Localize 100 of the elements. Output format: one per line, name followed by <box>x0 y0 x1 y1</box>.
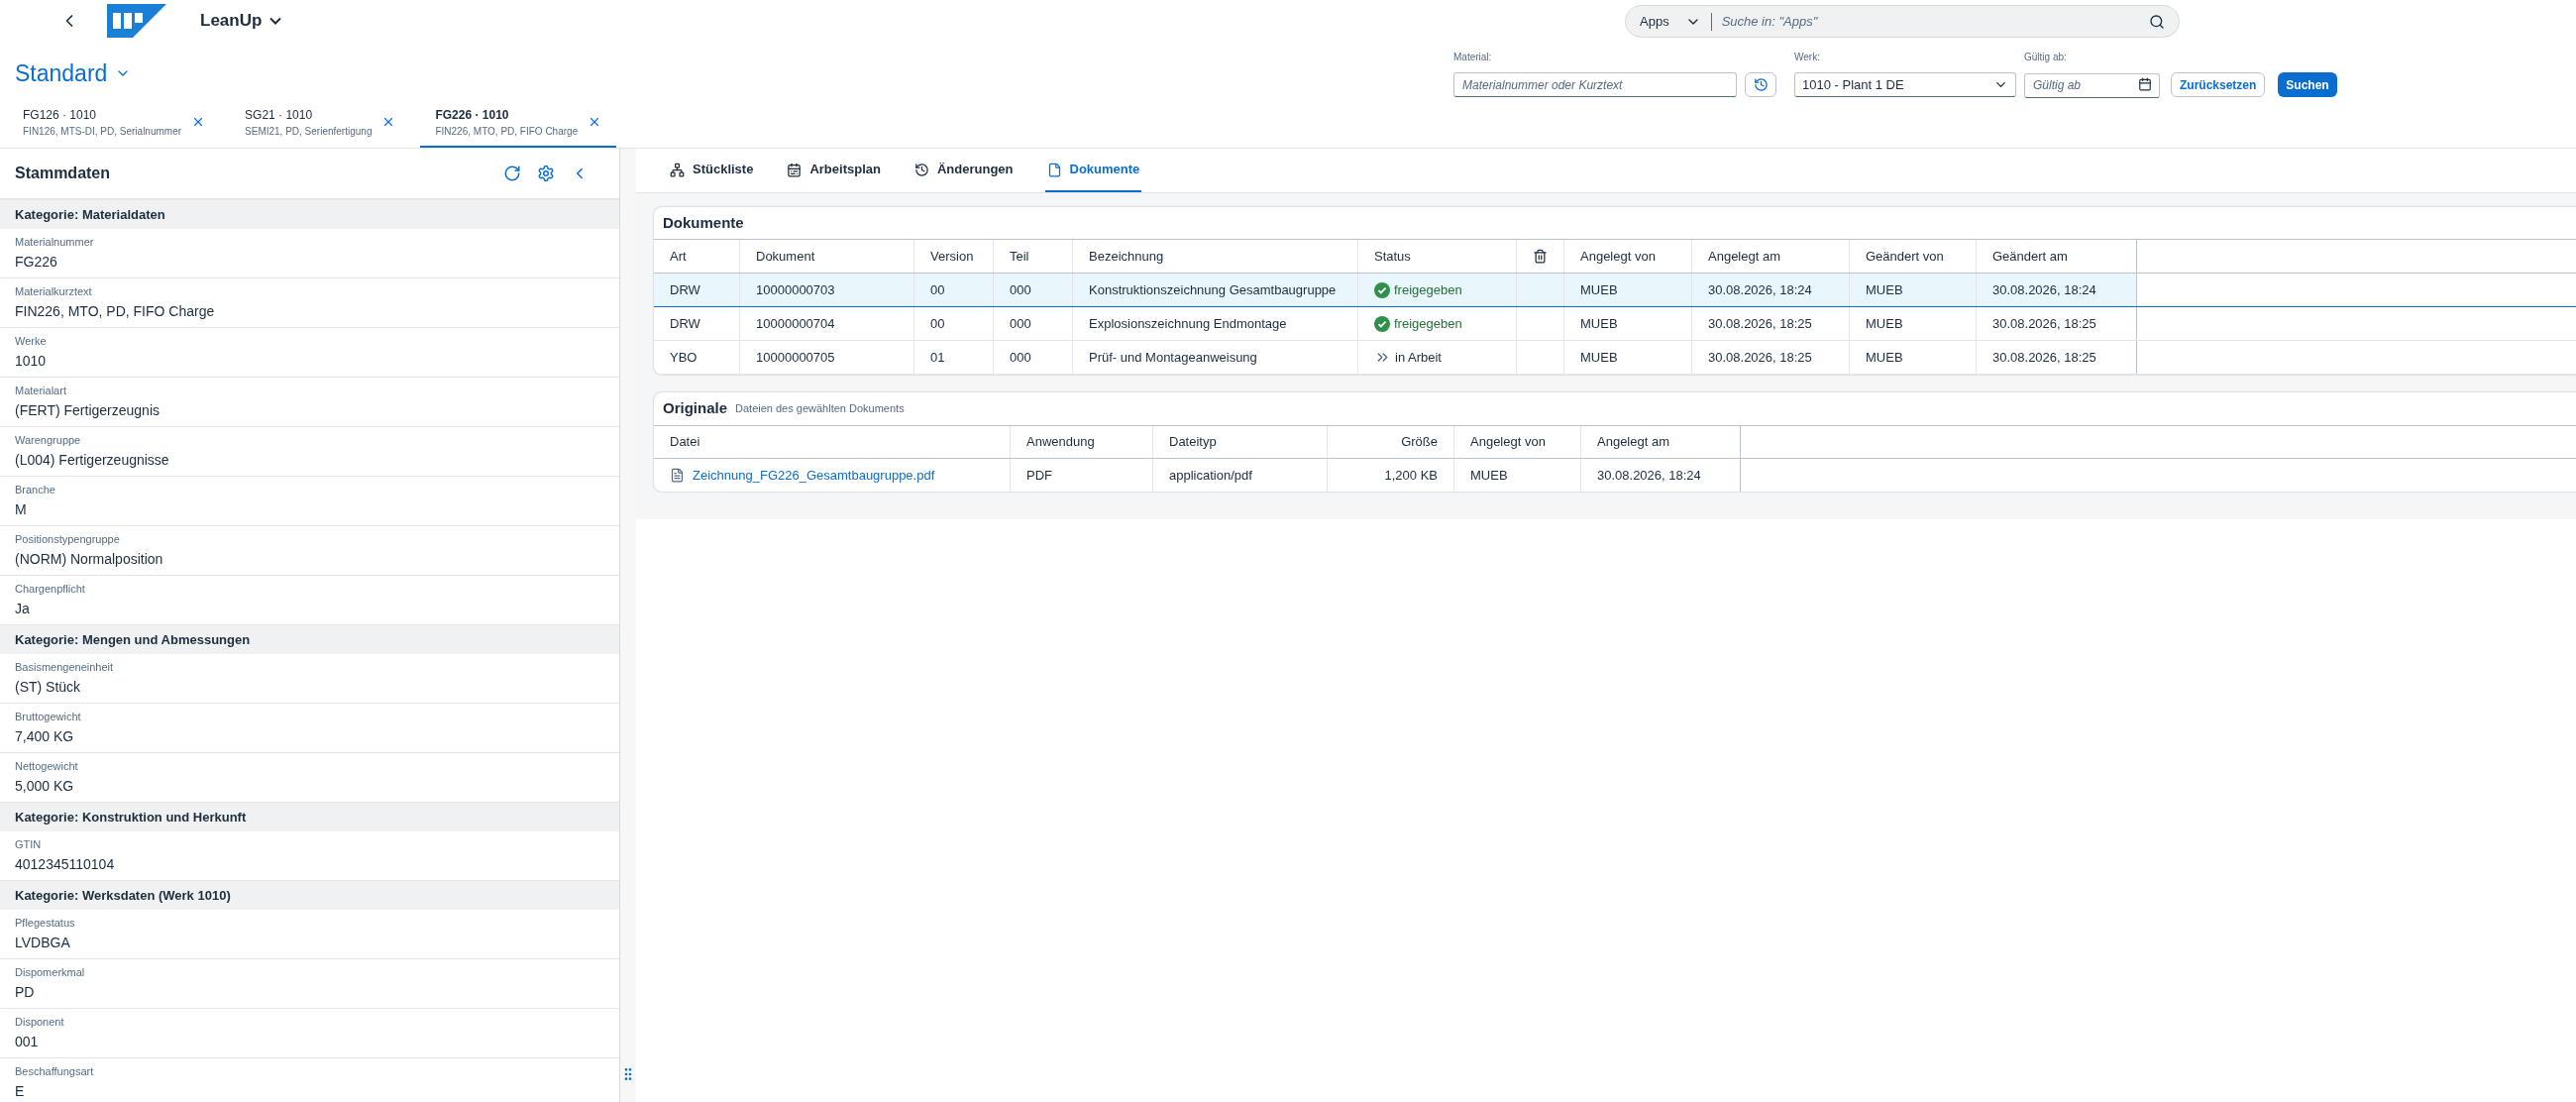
tab-icon <box>913 162 929 177</box>
field-label: Disponent <box>15 1014 65 1030</box>
table-cell-text: 30.08.2026, 18:24 <box>1992 280 2096 299</box>
tab-subtitle: FIN126, MTS-DI, PD, Serialnummer <box>23 124 182 139</box>
material-input[interactable]: Materialnummer oder Kurztext <box>1453 72 1737 97</box>
card-subtitle: Dateien des gewählten Dokuments <box>735 401 905 417</box>
field-label: Chargenpflicht <box>15 581 86 597</box>
table-cell-text: 00 <box>930 314 945 333</box>
field-value: (ST) Stück <box>15 678 82 698</box>
table-cell-text: 10000000704 <box>756 314 835 333</box>
search-bar[interactable]: Apps Suche in: "Apps" <box>1625 5 2180 38</box>
check-icon <box>1374 281 1390 298</box>
tab-subtitle: FIN226, MTO, PD, FIFO Charge <box>435 124 579 139</box>
app-title-menu[interactable]: LeanUp <box>200 8 282 34</box>
table-cell-text: 000 <box>1010 314 1031 333</box>
tab-subtitle: SEMI21, PD, Serienfertigung <box>245 124 373 139</box>
column-header: Version <box>914 240 994 273</box>
status-label: in Arbeit <box>1374 347 1442 368</box>
category-header: Kategorie: Mengen und Abmessungen <box>0 625 619 654</box>
table-cell-text: MUEB <box>1580 348 1618 367</box>
tab-icon <box>1046 162 1062 177</box>
column-header: Geändert von <box>1850 240 1977 273</box>
field-value: 7,400 KG <box>15 727 75 747</box>
plant-select[interactable]: 1010 - Plant 1 DE <box>1794 72 2016 97</box>
search-icon[interactable] <box>2149 13 2165 30</box>
trash-icon[interactable] <box>1533 249 1548 264</box>
field-value: E <box>15 1082 26 1102</box>
caret-icon <box>269 16 282 25</box>
object-tab[interactable]: FG226 · 1010 FIN226, MTO, PD, FIFO Charge <box>420 98 617 148</box>
field-label: Warengruppe <box>15 432 82 448</box>
field-label: Branche <box>15 482 56 497</box>
column-header: Dateityp <box>1153 426 1328 458</box>
table-cell-text: MUEB <box>1580 280 1618 299</box>
column-header: Datei <box>654 426 1011 458</box>
column-header: Dokument <box>740 240 914 273</box>
table-cell-text: YBO <box>670 348 698 367</box>
pdf-file-icon <box>670 468 685 483</box>
table-cell-text: 000 <box>1010 280 1031 299</box>
search-scope[interactable]: Apps <box>1640 11 1669 32</box>
table-cell-text: 1,200 KB <box>1384 466 1438 485</box>
check-icon <box>1374 315 1390 332</box>
table-cell-text: Konstruktionszeichnung Gesamtbaugruppe <box>1089 280 1337 299</box>
table-cell-text: 30.08.2026, 18:24 <box>1708 280 1812 299</box>
field-label: Werk: <box>1794 51 1821 64</box>
date-field[interactable]: Gültig ab <box>2024 72 2160 98</box>
category-header: Kategorie: Werksdaten (Werk 1010) <box>0 881 619 910</box>
table-cell-text: PDF <box>1026 466 1052 485</box>
tab-title: FG126 · 1010 <box>23 106 98 124</box>
field-value: PD <box>15 983 36 1003</box>
refresh-icon[interactable] <box>503 165 521 182</box>
card-title: Dokumente <box>663 212 744 233</box>
history-button[interactable] <box>1745 72 1776 97</box>
card-title: Originale <box>663 398 728 419</box>
field-label: Positionstypengruppe <box>15 531 121 547</box>
settings-icon[interactable] <box>537 165 555 182</box>
calendar-icon[interactable] <box>2138 77 2152 91</box>
field-value: LVDBGA <box>15 934 71 953</box>
field-value: 001 <box>15 1033 40 1052</box>
table-row[interactable]: YBO 10000000705 01 000 Prüf- und Montageanweisung in Arbeit MUEB 30.08.2026, 18:25 MUEB 30.08.2026, 18:25 <box>654 341 2576 375</box>
search-field[interactable]: Suche in: "Apps" <box>1721 11 2139 32</box>
category-header: Kategorie: Konstruktion und Herkunft <box>0 803 619 831</box>
reset-button[interactable]: Zurücksetzen <box>2171 72 2266 97</box>
table-row[interactable]: DRW 10000000704 00 000 Explosionszeichnung Endmontage freigegeben MUEB 30.08.2026, 18:25 MUEB 30.08.2026, 18:25 <box>654 307 2576 341</box>
detail-tab[interactable]: Arbeitsplan <box>785 149 883 192</box>
column-header: Größe <box>1328 426 1454 458</box>
table-cell-text: DRW <box>670 280 700 299</box>
search-button[interactable]: Suchen <box>2278 72 2337 97</box>
category-header: Kategorie: Materialdaten <box>0 200 619 229</box>
tab-icon <box>787 162 803 177</box>
object-tab[interactable]: FG126 · 1010 FIN126, MTS-DI, PD, Serialnummer <box>8 98 221 148</box>
variant-selector[interactable]: Standard <box>15 55 132 91</box>
field-value: M <box>15 500 28 520</box>
logo-icon <box>107 3 166 38</box>
table-cell-text: DRW <box>670 314 700 333</box>
table-cell-text: Explosionszeichnung Endmontage <box>1089 314 1287 333</box>
detail-tab[interactable]: Stückliste <box>668 149 756 192</box>
field-label: GTIN <box>15 836 43 852</box>
file-link[interactable]: Zeichnung_FG226_Gesamtbaugruppe.pdf <box>693 465 935 486</box>
table-cell-text: application/pdf <box>1169 466 1252 485</box>
detail-tab[interactable]: Änderungen <box>912 149 1016 192</box>
field-value: FG226 <box>15 253 58 273</box>
field-label: Materialart <box>15 383 67 398</box>
column-header: Status <box>1358 240 1517 273</box>
table-cell-text: 10000000703 <box>756 280 835 299</box>
field-value: 4012345110104 <box>15 855 116 875</box>
table-cell-text: 30.08.2026, 18:24 <box>1597 466 1701 485</box>
table-cell-text: 30.08.2026, 18:25 <box>1992 348 2096 367</box>
table-cell-text: 30.08.2026, 18:25 <box>1708 348 1812 367</box>
field-label: Materialnummer <box>15 234 95 250</box>
table-cell-text: 00 <box>930 280 945 299</box>
object-tab[interactable]: SG21 · 1010 SEMI21, PD, Serienfertigung <box>230 98 411 148</box>
table-cell-text: MUEB <box>1470 466 1508 485</box>
column-header: Geändert am <box>1977 240 2137 273</box>
table-row[interactable]: DRW 10000000703 00 000 Konstruktionszeichnung Gesamtbaugruppe freigegeben MUEB 30.08.2026, 18:24 MUEB 30.08.2026, 18:24 <box>654 274 2576 307</box>
status-label: freigegeben <box>1374 279 1462 300</box>
field-label: Werke <box>15 333 48 349</box>
field-label: Dispomerkmal <box>15 964 86 980</box>
field-value: Ja <box>15 600 31 619</box>
table-cell-text: 30.08.2026, 18:25 <box>1992 314 2096 333</box>
status-label: freigegeben <box>1374 313 1462 334</box>
